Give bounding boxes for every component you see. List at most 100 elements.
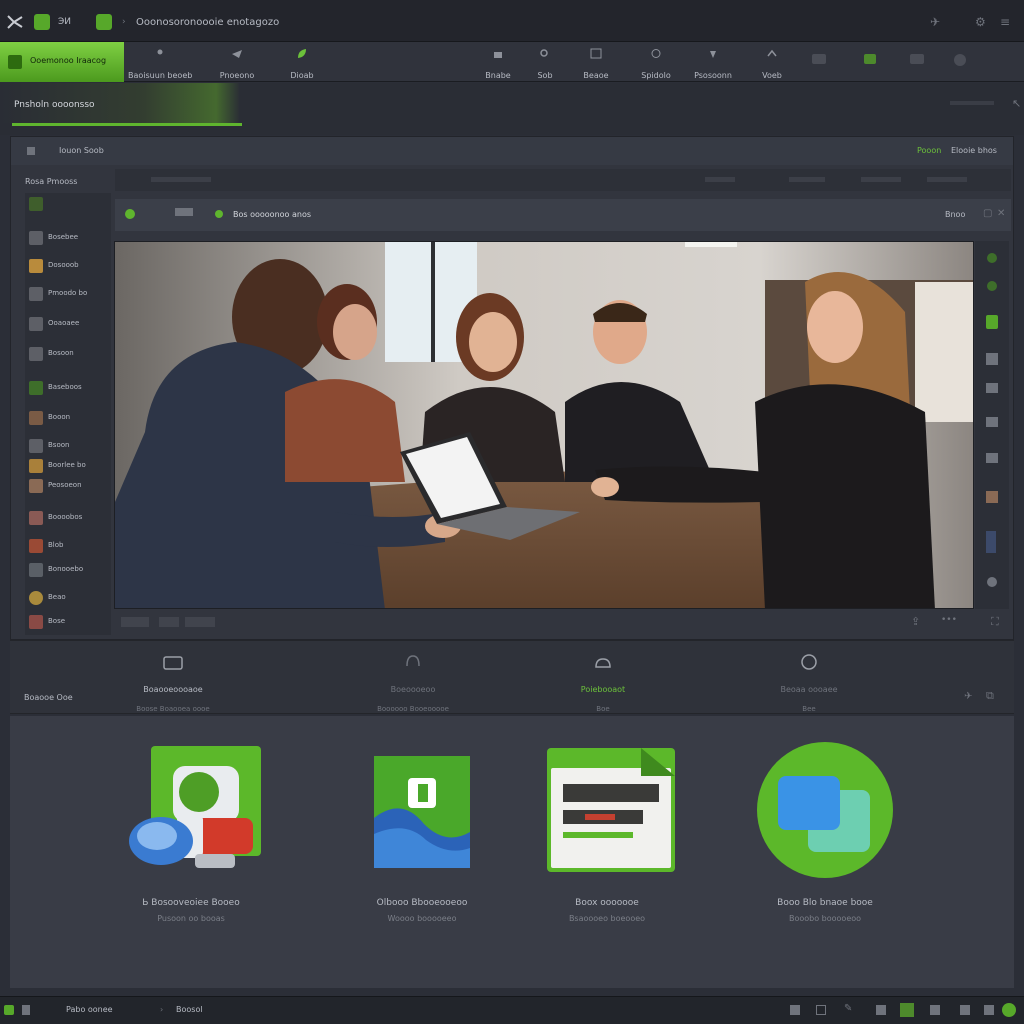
contact-icon [29,563,43,577]
record-icon[interactable] [986,491,998,503]
toolbar-button-4[interactable]: Bnabe [478,48,518,80]
search-icon [540,49,548,57]
user-icon[interactable] [984,1005,994,1015]
user-icon [157,49,163,55]
video-header-right[interactable]: Bnoo [945,210,965,219]
grid-icon[interactable] [986,353,998,365]
cloud-icon[interactable] [910,54,924,64]
panel-header-right[interactable]: Elooie bhos [951,146,997,155]
action-label: Boeoooeoo [390,685,436,694]
sidebar-item[interactable]: Bose [29,613,111,633]
people-icon[interactable] [986,453,998,463]
online-icon[interactable] [1002,1003,1016,1017]
action-circle[interactable]: Beoaa oooaee Bee [734,653,884,715]
sidebar-item[interactable]: Bosoon [29,345,111,365]
expand-icon[interactable]: ▢ [983,208,992,219]
expand-icon[interactable]: ⧉ [986,689,994,703]
sidebar-title: Rosa Pmooss [25,177,78,186]
brand-tab[interactable]: Ooemonoo Iraacog [0,42,124,82]
panel-icon[interactable] [876,1005,886,1015]
menu-icon[interactable]: ≡ [1000,15,1010,29]
title-tab[interactable]: ЭИ [58,17,71,27]
toolbar-button-3[interactable]: Dioab [280,48,324,80]
share-icon[interactable]: ⇪ [911,615,920,628]
window-icon[interactable] [816,1005,826,1015]
sidebar-item[interactable]: Bonooebo [29,561,111,581]
filter-tag[interactable] [927,177,967,182]
video-frame[interactable] [114,241,974,609]
pin-icon [710,51,716,58]
filter-tag[interactable] [861,177,901,182]
sidebar-item-label: Peosoeon [48,481,82,489]
mic-icon[interactable] [987,253,997,263]
panel-header: Iouon Soob Pooon Elooie bhos [11,137,1013,165]
leaf-icon[interactable] [864,54,876,64]
filter-input[interactable] [151,177,211,182]
toolbar-button-1[interactable]: Baoisuun beoeb [128,48,192,80]
panel-header-label: Iouon Soob [59,146,104,155]
sidebar-item[interactable]: Boooobos [29,509,111,529]
toolbar-button-5[interactable]: Sob [528,48,562,80]
sidebar-item[interactable]: Boorlee bo [29,457,111,477]
app-tile-robot[interactable]: Ь Bosooveoiee Booeo Pusoon oo booas [106,736,276,923]
grid-icon[interactable] [900,1003,914,1017]
copy-icon[interactable] [790,1005,800,1015]
sidebar-item[interactable]: Dosooob [29,257,111,277]
action-headset[interactable]: Boeoooeoo Boooooo Booeooooe [338,653,488,715]
action-cloud[interactable]: Poiebooaot Boe [528,653,678,715]
camera-icon[interactable] [175,208,193,216]
document-icon[interactable] [96,14,112,30]
contact-icon [29,539,43,553]
contact-icon [29,317,43,331]
options-icon[interactable]: ••• [941,615,957,625]
chat-icon[interactable] [986,417,998,427]
control-button[interactable] [185,617,215,627]
action-folder[interactable]: Boaooeoooaoe Boose Boaooea oooe [98,653,248,715]
app-icon[interactable] [34,14,50,30]
filter-tag[interactable] [789,177,825,182]
share-icon[interactable]: ✈ [930,15,940,29]
notification-icon[interactable] [960,1005,970,1015]
sidebar-top-icon[interactable] [29,197,43,211]
edit-icon[interactable]: ✎ [844,1003,852,1014]
app-tile-document[interactable]: Boox ooooooe Bsaoooeo boeooeo [522,736,692,923]
toolbar-button-8[interactable]: Psosoonn [688,48,738,80]
status-mid: Boosol [176,1005,203,1014]
page-icon[interactable] [22,1005,30,1015]
fullscreen-icon[interactable]: ⛶ [991,615,999,629]
bookmark-icon[interactable] [812,54,826,64]
volume-icon[interactable] [986,531,996,553]
screen-icon[interactable] [986,383,998,393]
sidebar-item[interactable]: Pmoodo bo [29,285,111,305]
leaf-icon[interactable] [986,315,998,329]
settings-icon[interactable]: ⚙ [975,15,986,29]
close-icon[interactable]: ✕ [997,208,1005,219]
sidebar-item[interactable]: Bsoon [29,437,111,457]
sidebar-item[interactable]: Ooaoaee [29,315,111,335]
profile-icon[interactable] [954,54,966,66]
contact-icon [29,615,43,629]
app-tile-wave[interactable]: Olbooo Bbooeooeoo Woooo booooeeo [337,736,507,923]
toolbar-button-9[interactable]: Voeb [752,48,792,80]
camera-icon[interactable] [987,281,997,291]
sidebar-item-label: Booon [48,413,71,421]
action-sub: Boooooo Booeooooe [377,705,449,713]
toolbar-button-2[interactable]: Pnoeono [210,48,264,80]
sidebar-item[interactable]: Blob [29,537,111,557]
sidebar-item[interactable]: Peosoeon [29,477,111,497]
toolbar-button-6[interactable]: Beaoe [576,48,616,80]
share-icon[interactable]: ✈ [964,691,972,702]
control-button[interactable] [159,617,179,627]
sidebar-item[interactable]: Bosebee [29,229,111,249]
filter-tag[interactable] [705,177,735,182]
control-button[interactable] [121,617,149,627]
sidebar-item[interactable]: Beao [29,589,111,609]
toolbar-button-7[interactable]: Spidolo [632,48,680,80]
sidebar-item[interactable]: Baseboos [29,379,111,399]
sidebar-item[interactable]: Booon [29,409,111,429]
settings-icon[interactable] [930,1005,940,1015]
sidebar-item-label: Boorlee bo [48,461,86,469]
app-tile-chat[interactable]: Booo Blo bnaoe booe Booobo booooeoo [740,736,910,923]
more-icon[interactable] [987,577,997,587]
section-control[interactable] [950,101,994,105]
